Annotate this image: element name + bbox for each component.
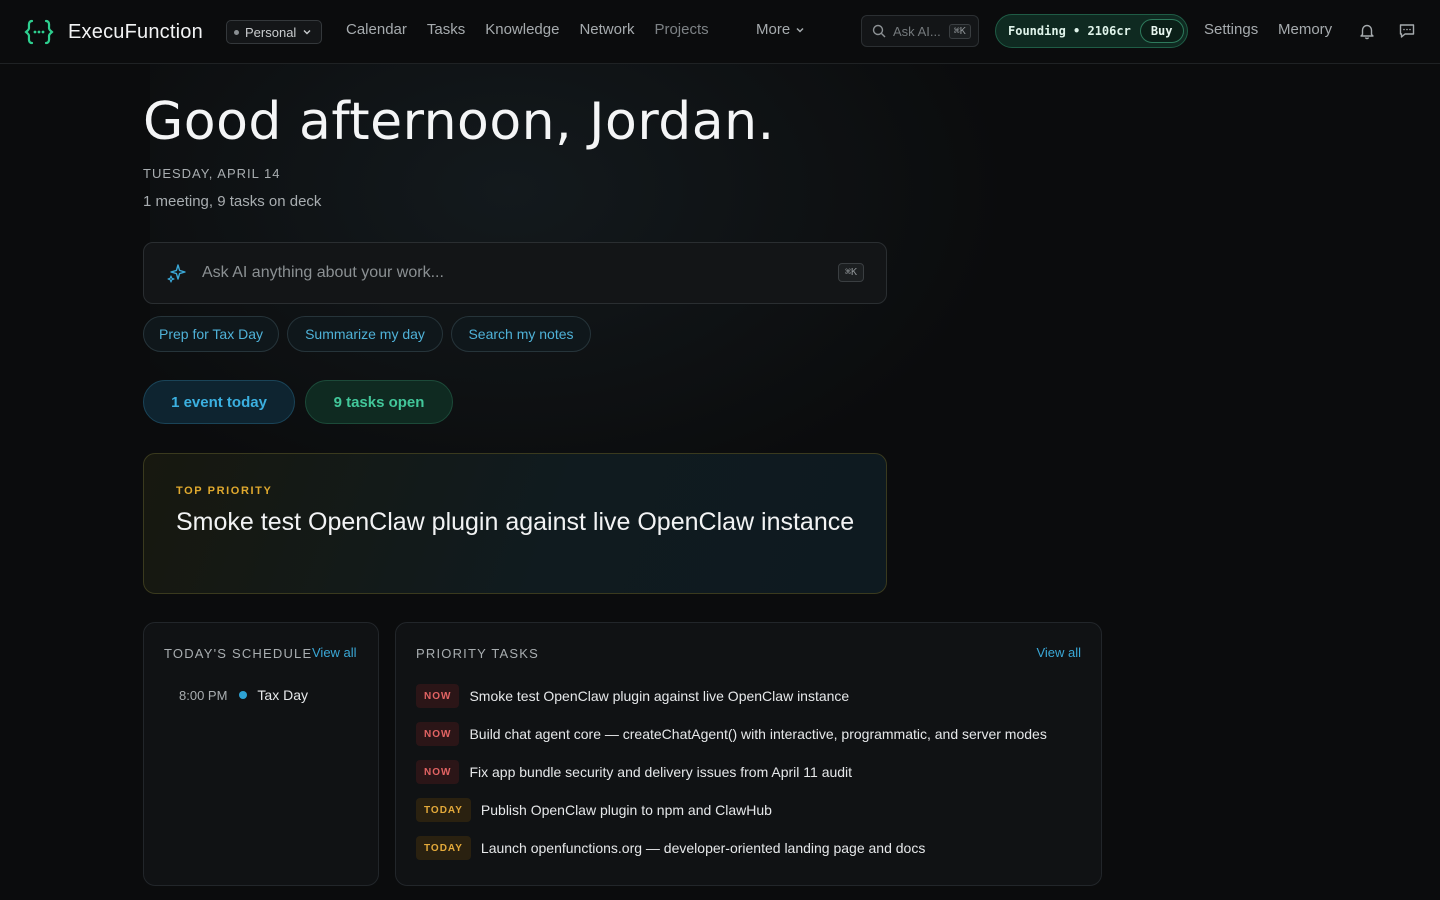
- logo-braces-icon: [24, 19, 54, 45]
- task-title: Publish OpenClaw plugin to npm and ClawH…: [480, 802, 772, 818]
- nav-network[interactable]: Network: [579, 21, 634, 38]
- priority-tasks-view-all[interactable]: View all: [1036, 645, 1081, 660]
- credits-badge[interactable]: Founding • 2106cr Buy: [995, 14, 1188, 48]
- schedule-heading: TODAY'S SCHEDULE: [164, 646, 313, 661]
- nav-calendar[interactable]: Calendar: [346, 21, 407, 38]
- chevron-down-icon: [303, 30, 311, 35]
- priority-tasks-card: PRIORITY TASKS View all NOW Smoke test O…: [395, 622, 1102, 886]
- current-date: TUESDAY, APRIL 14: [143, 166, 281, 181]
- chat-icon[interactable]: [1398, 22, 1416, 40]
- task-title: Launch openfunctions.org — developer-ori…: [480, 840, 926, 856]
- schedule-view-all[interactable]: View all: [312, 645, 357, 660]
- top-priority-title: Smoke test OpenClaw plugin against live …: [176, 508, 855, 536]
- search-icon: [872, 24, 886, 38]
- schedule-item-dot: [239, 691, 248, 699]
- nav-projects[interactable]: Projects: [654, 21, 708, 38]
- schedule-item[interactable]: 8:00 PM Tax Day: [179, 687, 308, 703]
- bell-icon[interactable]: [1358, 22, 1376, 40]
- suggestion-chip-search-notes[interactable]: Search my notes: [451, 316, 591, 352]
- task-row[interactable]: TODAY Launch openfunctions.org — develop…: [416, 836, 925, 860]
- greeting-heading: Good afternoon, Jordan.: [143, 92, 775, 152]
- task-title: Build chat agent core — createChatAgent(…: [469, 726, 1047, 742]
- more-label: More: [756, 21, 791, 38]
- schedule-item-time: 8:00 PM: [179, 687, 228, 703]
- task-badge-now: NOW: [416, 760, 460, 784]
- events-today-button[interactable]: 1 event today: [143, 380, 295, 424]
- schedule-card: TODAY'S SCHEDULE View all 8:00 PM Tax Da…: [143, 622, 379, 886]
- task-row[interactable]: NOW Fix app bundle security and delivery…: [416, 760, 852, 784]
- main-nav: Calendar Tasks Knowledge Network Project…: [346, 21, 729, 38]
- ask-ai-shortcut: ⌘K: [837, 263, 864, 282]
- task-badge-today: TODAY: [416, 836, 471, 860]
- credits-label: Founding • 2106cr: [1008, 24, 1131, 38]
- task-title: Smoke test OpenClaw plugin against live …: [469, 688, 850, 704]
- memory-link[interactable]: Memory: [1278, 21, 1332, 38]
- task-row[interactable]: TODAY Publish OpenClaw plugin to npm and…: [416, 798, 772, 822]
- logo[interactable]: ExecuFunction: [24, 16, 203, 48]
- top-priority-label: TOP PRIORITY: [176, 485, 273, 497]
- day-summary: 1 meeting, 9 tasks on deck: [143, 193, 322, 210]
- header-search-placeholder: Ask AI...: [893, 23, 941, 39]
- header-search[interactable]: Ask AI... ⌘K: [861, 15, 979, 47]
- top-priority-card[interactable]: TOP PRIORITY Smoke test OpenClaw plugin …: [143, 453, 887, 594]
- task-badge-now: NOW: [416, 722, 460, 746]
- buy-button[interactable]: Buy: [1139, 19, 1184, 43]
- schedule-item-name: Tax Day: [257, 687, 308, 703]
- suggestion-chip-tax-day[interactable]: Prep for Tax Day: [143, 316, 279, 352]
- ask-ai-input[interactable]: Ask AI anything about your work... ⌘K: [143, 242, 887, 304]
- top-bar: ExecuFunction Personal Calendar Tasks Kn…: [0, 0, 1440, 64]
- workspace-selector[interactable]: Personal: [226, 20, 322, 44]
- ask-ai-placeholder: Ask AI anything about your work...: [202, 264, 444, 281]
- workspace-label: Personal: [245, 24, 297, 40]
- task-badge-today: TODAY: [416, 798, 471, 822]
- chevron-down-icon: [796, 27, 804, 33]
- task-row[interactable]: NOW Smoke test OpenClaw plugin against l…: [416, 684, 849, 708]
- settings-link[interactable]: Settings: [1204, 21, 1258, 38]
- app-name: ExecuFunction: [68, 20, 203, 43]
- task-title: Fix app bundle security and delivery iss…: [469, 764, 853, 780]
- suggestion-chip-summarize[interactable]: Summarize my day: [287, 316, 443, 352]
- header-search-shortcut: ⌘K: [948, 23, 971, 39]
- task-badge-now: NOW: [416, 684, 460, 708]
- sparkle-icon: [167, 264, 186, 283]
- task-row[interactable]: NOW Build chat agent core — createChatAg…: [416, 722, 1047, 746]
- nav-more[interactable]: More: [756, 21, 805, 38]
- nav-tasks[interactable]: Tasks: [427, 21, 465, 38]
- workspace-dot: [234, 29, 239, 35]
- tasks-open-button[interactable]: 9 tasks open: [305, 380, 453, 424]
- priority-tasks-heading: PRIORITY TASKS: [416, 646, 539, 661]
- nav-knowledge[interactable]: Knowledge: [485, 21, 559, 38]
